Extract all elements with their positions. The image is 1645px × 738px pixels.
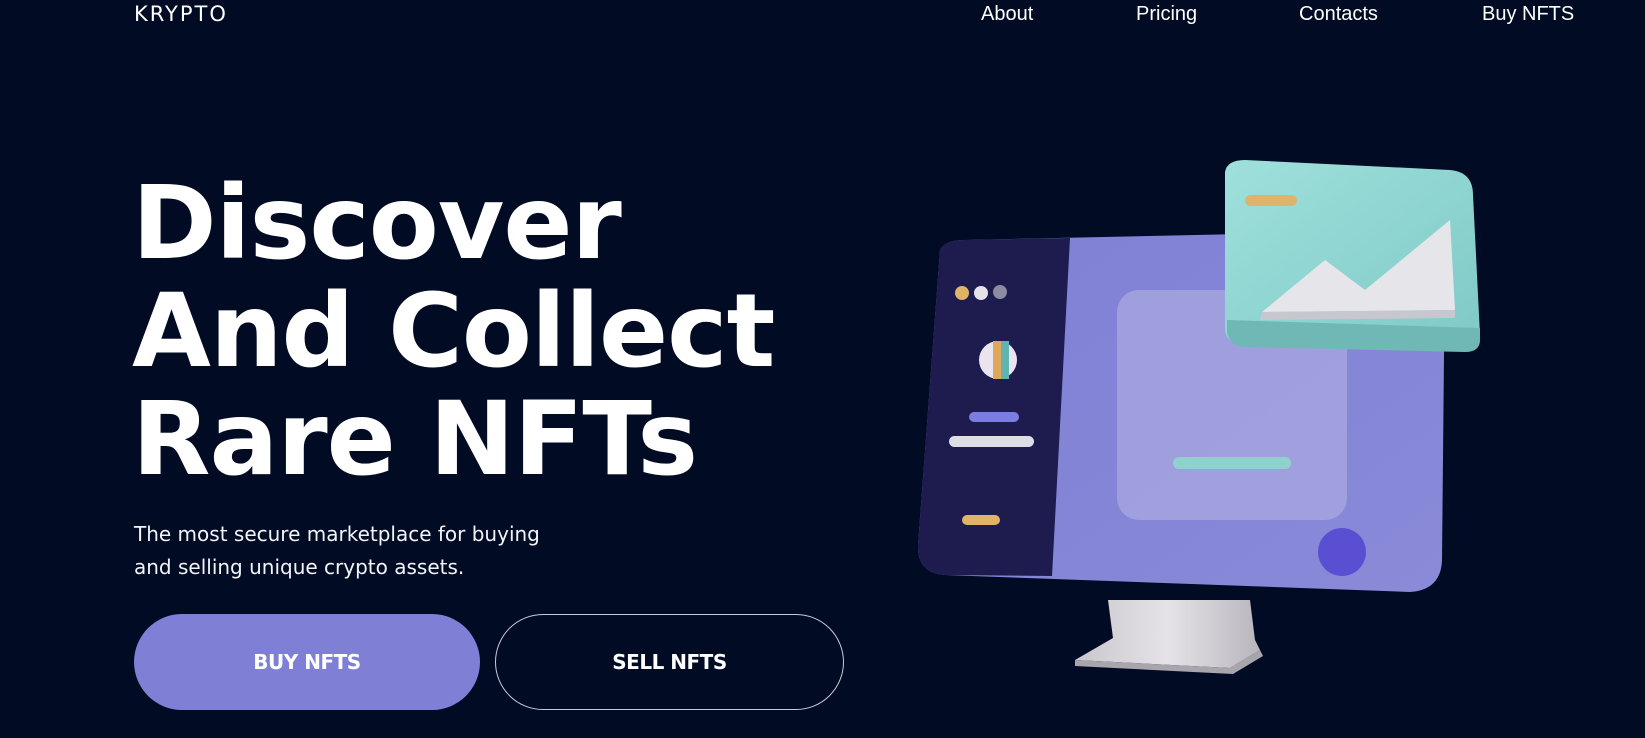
nav-link-buy-nfts[interactable]: Buy NFTS <box>1482 3 1574 26</box>
nav-link-pricing[interactable]: Pricing <box>1136 3 1197 26</box>
sell-nfts-button[interactable]: SELL NFTS <box>495 614 844 710</box>
hero-title: Discover And Collect Rare NFTs <box>132 170 852 494</box>
buy-nfts-button[interactable]: BUY NFTS <box>134 614 480 710</box>
hero-title-line-3: Rare NFTs <box>132 380 698 499</box>
image-card-icon <box>1225 160 1481 352</box>
nft-monitor-illustration <box>917 160 1481 674</box>
landing-page: KRYPTO About Pricing Contacts Buy NFTS D… <box>0 0 1645 738</box>
hero-subtitle: The most secure marketplace for buying a… <box>134 522 540 579</box>
hero-title-line-2: And Collect <box>132 272 775 391</box>
nav-link-contacts[interactable]: Contacts <box>1299 3 1378 26</box>
hero-title-line-1: Discover <box>132 164 622 283</box>
nav-link-about[interactable]: About <box>981 3 1033 26</box>
main-nav: About Pricing Contacts Buy NFTS <box>0 3 1645 33</box>
monitor-stand <box>1075 600 1263 674</box>
